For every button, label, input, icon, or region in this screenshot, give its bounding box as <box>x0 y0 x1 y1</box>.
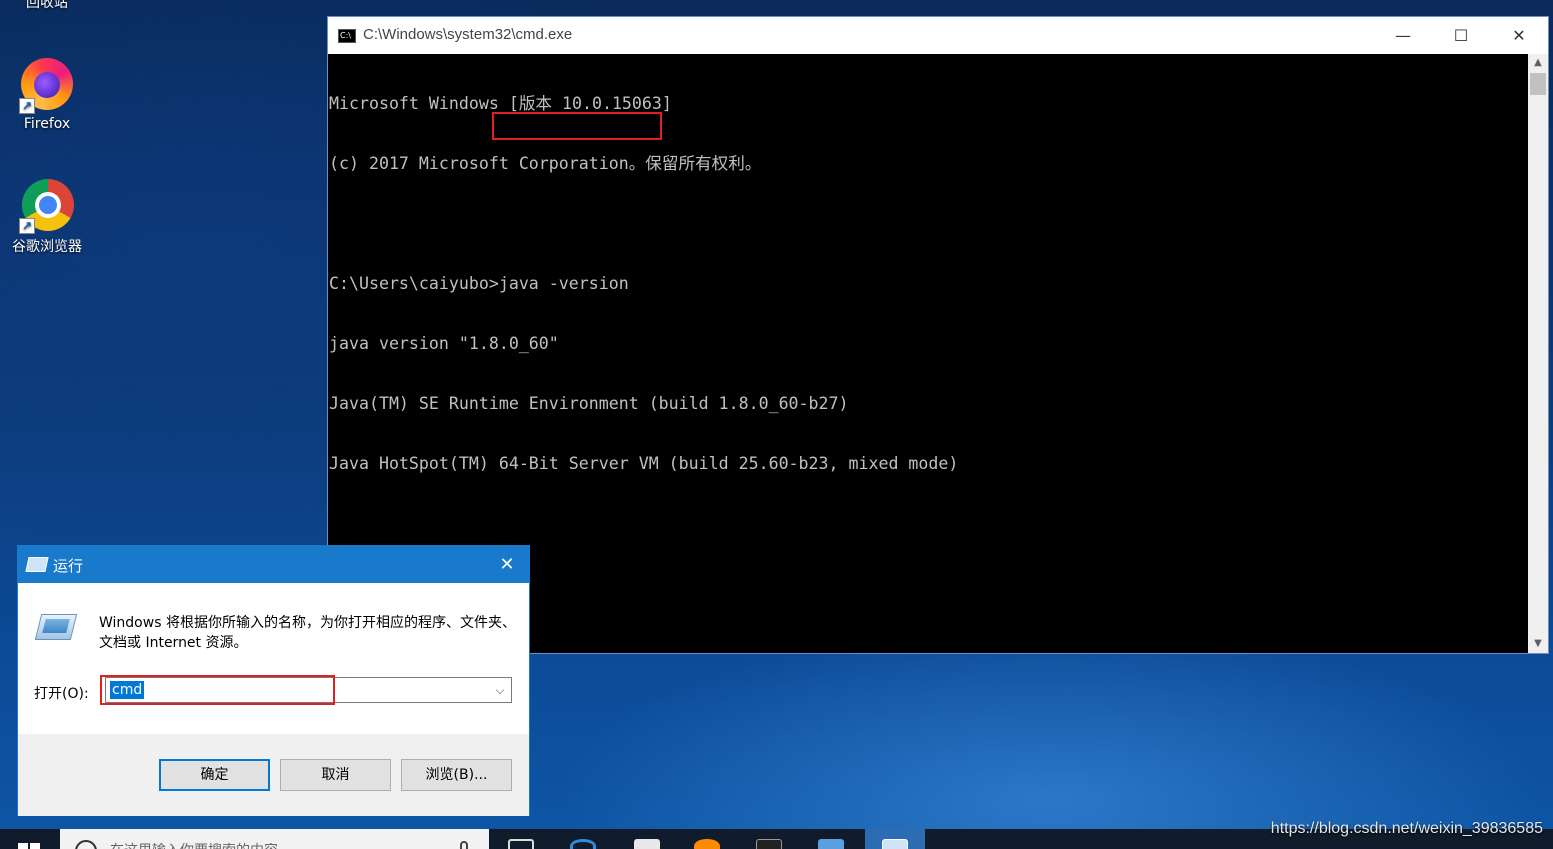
cortana-icon <box>75 840 97 849</box>
search-placeholder: 在这里输入你要搜索的内容 <box>110 840 278 849</box>
chrome-icon: ↗ <box>19 176 75 234</box>
console-line: Java HotSpot(TM) 64-Bit Server VM (build… <box>329 454 959 473</box>
run-titlebar[interactable]: 运行 ✕ <box>18 546 529 583</box>
desktop-icon-label: Firefox <box>23 116 71 132</box>
close-button[interactable]: ✕ <box>485 546 529 583</box>
watermark-url: https://blog.csdn.net/weixin_39836585 <box>1270 820 1543 837</box>
shortcut-arrow-icon: ↗ <box>19 218 35 234</box>
desktop-icon-label: 谷歌浏览器 <box>12 239 82 255</box>
taskbar-search-box[interactable]: 在这里输入你要搜索的内容 <box>60 829 489 849</box>
desktop-icon-firefox[interactable]: ↗ Firefox <box>0 56 94 132</box>
firefox-icon: ↗ <box>19 56 75 114</box>
desktop-icon-chrome[interactable]: ↗ 谷歌浏览器 <box>0 176 94 256</box>
ok-button[interactable]: 确定 <box>159 759 270 791</box>
console-line: Microsoft Windows [版本 10.0.15063] <box>329 94 672 113</box>
command-highlight-box <box>492 112 662 140</box>
cancel-button[interactable]: 取消 <box>280 759 391 791</box>
cmd-taskbar-icon[interactable] <box>756 839 782 849</box>
console-line: java version "1.8.0_60" <box>329 334 559 353</box>
run-taskbar-icon <box>882 839 908 849</box>
firefox-taskbar-icon[interactable] <box>694 839 720 849</box>
maximize-button[interactable]: ☐ <box>1432 17 1490 54</box>
run-program-icon <box>34 614 78 644</box>
windows-start-icon[interactable] <box>18 843 40 849</box>
cmd-app-icon: C:\ <box>338 29 356 43</box>
open-label: 打开(O): <box>34 686 89 702</box>
button-bar: 确定 取消 浏览(B)... <box>18 734 529 816</box>
microphone-icon[interactable] <box>460 841 468 849</box>
chevron-down-icon[interactable]: ⌵ <box>491 680 509 700</box>
run-dialog-title: 运行 <box>53 557 84 575</box>
scrollbar-thumb[interactable] <box>1530 73 1546 95</box>
explorer-taskbar-icon[interactable] <box>818 839 844 849</box>
run-dialog[interactable]: 运行 ✕ Windows 将根据你所输入的名称，为你打开相应的程序、文件夹、文档… <box>17 545 530 816</box>
scroll-up-icon[interactable]: ▲ <box>1528 54 1548 72</box>
run-description: Windows 将根据你所输入的名称，为你打开相应的程序、文件夹、文档或 Int… <box>99 615 516 651</box>
cmd-window-title: C:\Windows\system32\cmd.exe <box>363 26 573 43</box>
cmd-titlebar[interactable]: C:\ C:\Windows\system32\cmd.exe — ☐ ✕ <box>328 17 1548 54</box>
edge-icon[interactable] <box>570 839 596 849</box>
run-taskbar-item[interactable] <box>865 829 925 849</box>
recycle-bin-label[interactable]: 回收站 <box>0 0 94 12</box>
minimize-button[interactable]: — <box>1374 17 1432 54</box>
shortcut-arrow-icon: ↗ <box>19 98 35 114</box>
store-icon[interactable] <box>634 839 660 849</box>
console-line: (c) 2017 Microsoft Corporation。保留所有权利。 <box>329 154 762 173</box>
vertical-scrollbar[interactable]: ▲ ▼ <box>1528 54 1548 653</box>
console-line: C:\Users\caiyubo>java -version <box>329 274 629 293</box>
close-button[interactable]: ✕ <box>1490 17 1548 54</box>
run-app-icon <box>25 557 49 572</box>
console-line: Java(TM) SE Runtime Environment (build 1… <box>329 394 849 413</box>
scroll-down-icon[interactable]: ▼ <box>1528 635 1548 653</box>
task-view-icon[interactable] <box>508 839 534 849</box>
browse-button[interactable]: 浏览(B)... <box>401 759 512 791</box>
input-highlight-box <box>100 675 335 705</box>
